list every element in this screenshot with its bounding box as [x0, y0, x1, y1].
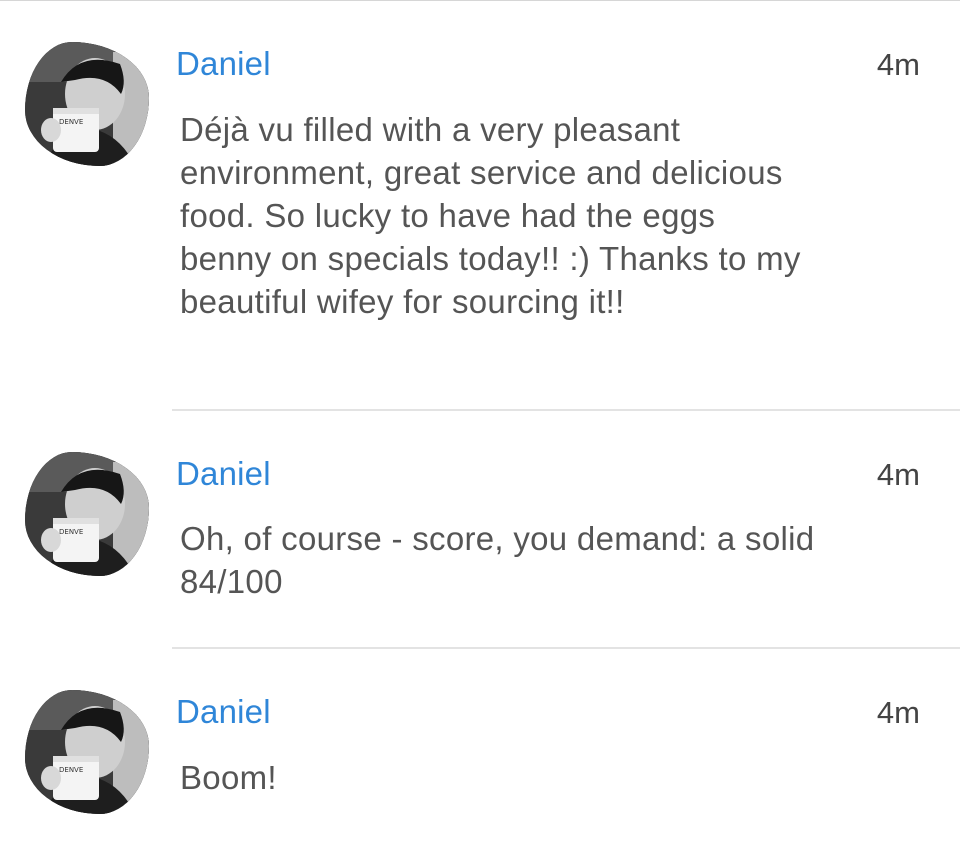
svg-text:DENVE: DENVE	[59, 528, 83, 536]
comment-timestamp: 4m	[876, 47, 920, 82]
avatar[interactable]: DENVE	[25, 42, 149, 166]
comment-text: Boom!	[180, 759, 277, 796]
comment-author[interactable]: Daniel	[176, 455, 271, 493]
comment-timestamp: 4m	[876, 457, 920, 492]
comment-text: Déjà vu filled with a very pleasant envi…	[180, 111, 801, 320]
comment-item: DENVE Daniel 4m Oh, of course - score, y…	[0, 410, 960, 649]
comment-text: Oh, of course - score, you demand: a sol…	[180, 520, 815, 600]
avatar[interactable]: DENVE	[25, 452, 149, 576]
avatar-photo-icon: DENVE	[25, 42, 149, 166]
comment-timestamp: 4m	[876, 695, 920, 730]
comment-feed: DENVE Daniel 4m Déjà vu filled with a ve…	[0, 0, 960, 842]
svg-text:DENVE: DENVE	[59, 766, 83, 774]
avatar-photo-icon: DENVE	[25, 690, 149, 814]
comment-item: DENVE Daniel 4m Boom!	[0, 648, 960, 842]
avatar[interactable]: DENVE	[25, 690, 149, 814]
svg-text:DENVE: DENVE	[59, 118, 83, 126]
comment-item: DENVE Daniel 4m Déjà vu filled with a ve…	[0, 0, 960, 411]
comment-author[interactable]: Daniel	[176, 693, 271, 731]
comment-author[interactable]: Daniel	[176, 45, 271, 83]
avatar-photo-icon: DENVE	[25, 452, 149, 576]
